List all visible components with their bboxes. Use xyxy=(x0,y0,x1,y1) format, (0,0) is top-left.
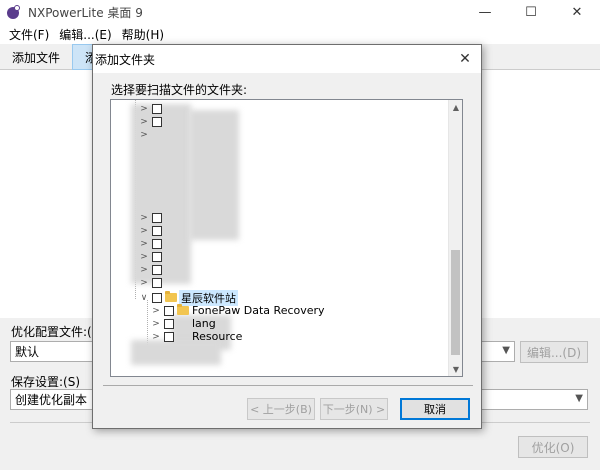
chevron-right-icon[interactable]: > xyxy=(139,117,149,127)
dialog-title: 添加文件夹 xyxy=(95,52,156,67)
chevron-right-icon[interactable]: > xyxy=(139,226,149,236)
scroll-up-icon[interactable]: ▲ xyxy=(449,100,462,114)
tree-item-label[interactable]: FonePaw Data Recovery xyxy=(192,304,325,317)
chevron-right-icon[interactable]: > xyxy=(151,306,161,316)
add-folder-dialog: 添加文件夹 ✕ 选择要扫描文件的文件夹: > > > > > > > > > ∨… xyxy=(92,44,482,429)
chevron-right-icon[interactable]: > xyxy=(151,332,161,342)
folder-checkbox[interactable] xyxy=(152,264,162,275)
maximize-button[interactable]: ☐ xyxy=(508,0,554,24)
tree-row[interactable]: > xyxy=(111,115,431,128)
title-bar: NXPowerLite 桌面 9 — ☐ ✕ xyxy=(0,0,600,24)
window-title: NXPowerLite 桌面 9 xyxy=(28,5,143,20)
folder-checkbox[interactable] xyxy=(152,212,162,223)
app-logo-icon xyxy=(6,4,22,20)
folder-checkbox[interactable] xyxy=(152,277,162,288)
folder-checkbox[interactable] xyxy=(152,103,162,114)
tree-row[interactable]: > lang xyxy=(111,317,431,330)
edit-profile-button[interactable]: 编辑...(D) xyxy=(520,341,588,363)
tree-row[interactable]: > Resource xyxy=(111,330,431,343)
profile-label: 优化配置文件:(P) xyxy=(11,325,104,339)
folder-tree[interactable]: > > > > > > > > > ∨ 星辰软件站 > FonePaw Data… xyxy=(110,99,463,377)
dialog-divider xyxy=(103,385,473,386)
optimize-button[interactable]: 优化(O) xyxy=(518,436,588,458)
add-file-button[interactable]: 添加文件 xyxy=(0,44,72,70)
menu-edit[interactable]: 编辑...(E) xyxy=(54,26,116,43)
folder-checkbox[interactable] xyxy=(152,238,162,249)
tree-row[interactable]: > xyxy=(111,211,431,224)
menu-bar: 文件(F) 编辑...(E) 帮助(H) xyxy=(0,24,600,44)
cancel-button[interactable]: 取消 xyxy=(400,398,470,420)
tree-item-label[interactable]: lang xyxy=(192,317,216,330)
chevron-right-icon[interactable]: > xyxy=(139,130,149,140)
tree-row[interactable]: > xyxy=(111,237,431,250)
chevron-down-icon: ▼ xyxy=(575,393,583,404)
minimize-button[interactable]: — xyxy=(462,0,508,24)
chevron-down-icon[interactable]: ∨ xyxy=(139,293,149,303)
menu-file[interactable]: 文件(F) xyxy=(4,26,54,43)
chevron-down-icon: ▼ xyxy=(502,345,510,356)
tree-row[interactable]: > xyxy=(111,128,431,141)
tree-row-selected[interactable]: ∨ 星辰软件站 xyxy=(111,289,431,306)
chevron-right-icon[interactable]: > xyxy=(139,239,149,249)
folder-checkbox[interactable] xyxy=(164,331,174,342)
save-settings-label: 保存设置:(S) xyxy=(11,375,81,389)
folder-checkbox[interactable] xyxy=(164,318,174,329)
previous-button[interactable]: < 上一步(B) xyxy=(247,398,315,420)
tree-scrollbar[interactable]: ▲ ▼ xyxy=(448,100,462,376)
folder-icon xyxy=(165,291,177,302)
scroll-down-icon[interactable]: ▼ xyxy=(449,362,462,376)
chevron-right-icon[interactable]: > xyxy=(151,319,161,329)
folder-checkbox[interactable] xyxy=(152,292,162,303)
folder-checkbox[interactable] xyxy=(152,251,162,262)
folder-checkbox[interactable] xyxy=(152,225,162,236)
chevron-right-icon[interactable]: > xyxy=(139,104,149,114)
folder-icon xyxy=(177,304,189,315)
tree-row[interactable]: > xyxy=(111,250,431,263)
dialog-prompt: 选择要扫描文件的文件夹: xyxy=(111,83,248,97)
folder-checkbox[interactable] xyxy=(152,116,162,127)
close-button[interactable]: ✕ xyxy=(554,0,600,24)
chevron-right-icon[interactable]: > xyxy=(139,213,149,223)
chevron-right-icon[interactable]: > xyxy=(139,278,149,288)
tree-row[interactable]: > xyxy=(111,102,431,115)
folder-checkbox[interactable] xyxy=(164,305,174,316)
tree-row[interactable]: > xyxy=(111,224,431,237)
dialog-close-button[interactable]: ✕ xyxy=(455,49,475,69)
save-settings-value: 创建优化副本 xyxy=(15,393,88,407)
tree-item-label[interactable]: Resource xyxy=(192,330,242,343)
next-button[interactable]: 下一步(N) > xyxy=(320,398,388,420)
scrollbar-thumb[interactable] xyxy=(451,250,460,355)
chevron-right-icon[interactable]: > xyxy=(139,252,149,262)
chevron-right-icon[interactable]: > xyxy=(139,265,149,275)
dialog-title-bar: 添加文件夹 ✕ xyxy=(93,45,481,73)
tree-row[interactable]: > xyxy=(111,276,431,289)
redacted-region xyxy=(131,340,221,365)
profile-value: 默认 xyxy=(15,345,40,359)
menu-help[interactable]: 帮助(H) xyxy=(117,26,169,43)
tree-row[interactable]: > xyxy=(111,263,431,276)
tree-row[interactable]: > FonePaw Data Recovery xyxy=(111,304,431,317)
